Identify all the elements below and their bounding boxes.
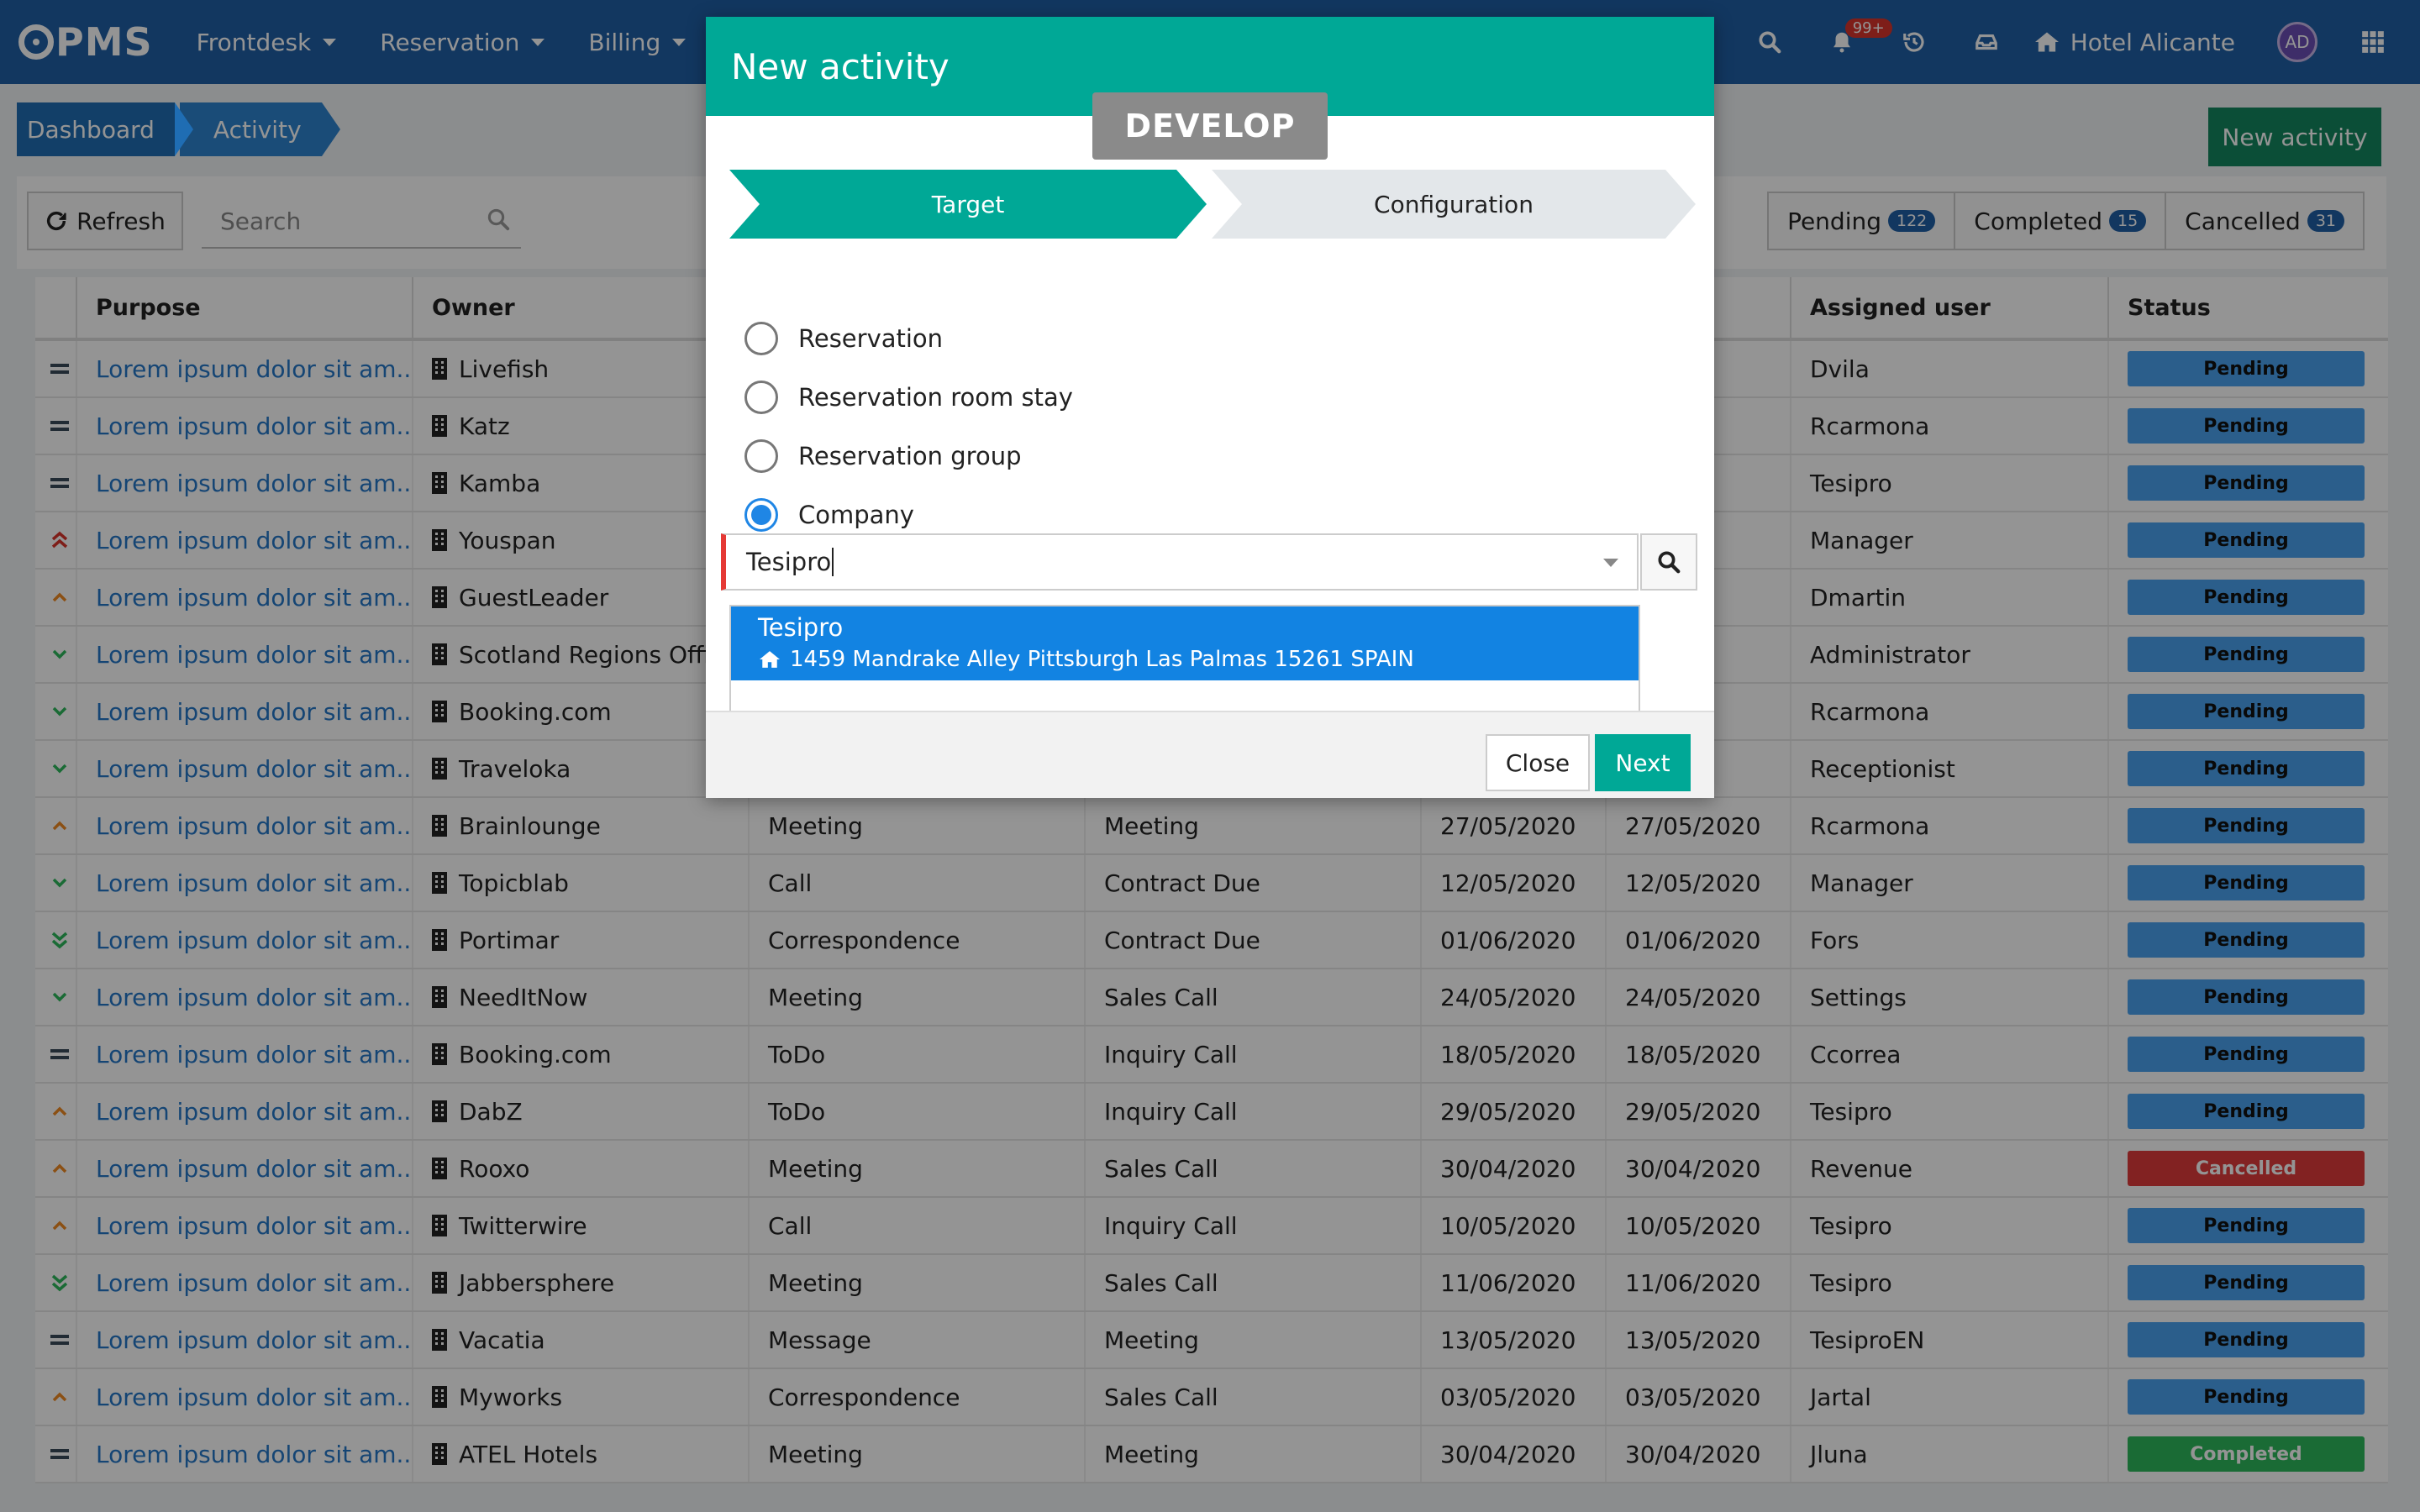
environment-badge: DEVELOP xyxy=(1092,92,1328,160)
option-address-text: 1459 Mandrake Alley Pittsburgh Las Palma… xyxy=(790,647,1414,672)
radio-reservation-group-label: Reservation group xyxy=(798,442,1022,470)
chevron-down-icon[interactable] xyxy=(1603,559,1618,567)
step-target[interactable]: Target xyxy=(729,170,1207,239)
radio-reservation-room-stay-label: Reservation room stay xyxy=(798,383,1073,412)
company-search-button[interactable] xyxy=(1640,533,1697,591)
next-button[interactable]: Next xyxy=(1595,734,1691,791)
target-type-radio-group: Reservation Reservation room stay Reserv… xyxy=(744,309,1073,544)
radio-company-label: Company xyxy=(798,501,914,529)
step-configuration[interactable]: Configuration xyxy=(1212,170,1696,239)
modal-footer: Close Next xyxy=(706,711,1714,798)
radio-reservation[interactable]: Reservation xyxy=(744,309,1073,368)
text-cursor xyxy=(832,548,834,576)
new-activity-modal: New activity DEVELOP Target Configuratio… xyxy=(706,17,1714,798)
company-input-value: Tesipro xyxy=(746,548,832,576)
dropdown-option-tesipro[interactable]: Tesipro 1459 Mandrake Alley Pittsburgh L… xyxy=(731,606,1639,680)
home-icon xyxy=(760,651,780,668)
company-combobox-input[interactable]: Tesipro xyxy=(721,533,1639,591)
company-dropdown-list: Tesipro 1459 Mandrake Alley Pittsburgh L… xyxy=(729,605,1640,714)
radio-circle-icon xyxy=(744,381,778,414)
radio-circle-icon xyxy=(744,439,778,473)
option-company-name: Tesipro xyxy=(758,613,844,642)
wizard-steps: Target Configuration xyxy=(729,170,1696,239)
radio-reservation-room-stay[interactable]: Reservation room stay xyxy=(744,368,1073,427)
search-icon xyxy=(1658,551,1681,574)
radio-circle-icon xyxy=(744,322,778,355)
option-company-address: 1459 Mandrake Alley Pittsburgh Las Palma… xyxy=(758,647,1639,672)
radio-checked-icon xyxy=(744,498,778,532)
radio-reservation-group[interactable]: Reservation group xyxy=(744,427,1073,486)
close-button[interactable]: Close xyxy=(1486,734,1590,791)
radio-reservation-label: Reservation xyxy=(798,324,944,353)
